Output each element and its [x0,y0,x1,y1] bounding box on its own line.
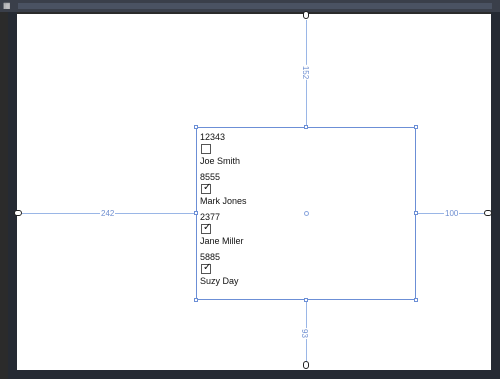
resize-handle-bottom-left[interactable] [194,298,198,302]
resize-handle-bottom[interactable] [304,298,308,302]
right-anchor-handle[interactable] [484,210,492,216]
resize-handle-top-left[interactable] [194,125,198,129]
item-id: 2377 [200,212,221,222]
frame-left-border [8,12,17,379]
bottom-anchor-handle[interactable] [303,361,309,369]
item-checkbox[interactable] [201,144,211,154]
resize-handle-bottom-right[interactable] [414,298,418,302]
frame-right-border [491,12,500,379]
resize-handle-left[interactable] [194,211,198,215]
left-anchor-handle[interactable] [14,210,22,216]
list-item[interactable]: 8555 ✓ Mark Jones [200,172,400,207]
checkmark-icon: ✓ [203,182,212,193]
item-name: Mark Jones [200,196,247,206]
bottom-margin-label: 93 [299,328,309,339]
resize-handle-top-right[interactable] [414,125,418,129]
designer-top-strip [18,3,492,9]
checkmark-icon: ✓ [203,222,212,233]
item-name: Joe Smith [200,156,241,166]
item-id: 12343 [200,132,226,142]
item-checkbox[interactable]: ✓ [201,222,212,234]
top-margin-label: 152 [301,64,311,81]
right-margin-label: 100 [444,209,460,218]
top-anchor-handle[interactable] [303,11,309,19]
grid-icon[interactable]: ▦ [3,2,12,10]
left-margin-label: 242 [100,209,116,218]
frame-bottom-border [8,370,500,379]
item-id: 8555 [200,172,221,182]
item-id: 5885 [200,252,221,262]
item-checkbox[interactable]: ✓ [201,182,212,194]
checkmark-icon: ✓ [203,262,212,273]
resize-handle-right[interactable] [414,211,418,215]
list-item[interactable]: 2377 ✓ Jane Miller [200,212,400,247]
resize-handle-top[interactable] [304,125,308,129]
center-point-marker [304,211,309,216]
item-checkbox[interactable]: ✓ [201,262,212,274]
item-name: Jane Miller [200,236,244,246]
list-item[interactable]: 5885 ✓ Suzy Day [200,252,400,287]
list-item[interactable]: 12343 Joe Smith [200,132,400,167]
item-name: Suzy Day [200,276,239,286]
